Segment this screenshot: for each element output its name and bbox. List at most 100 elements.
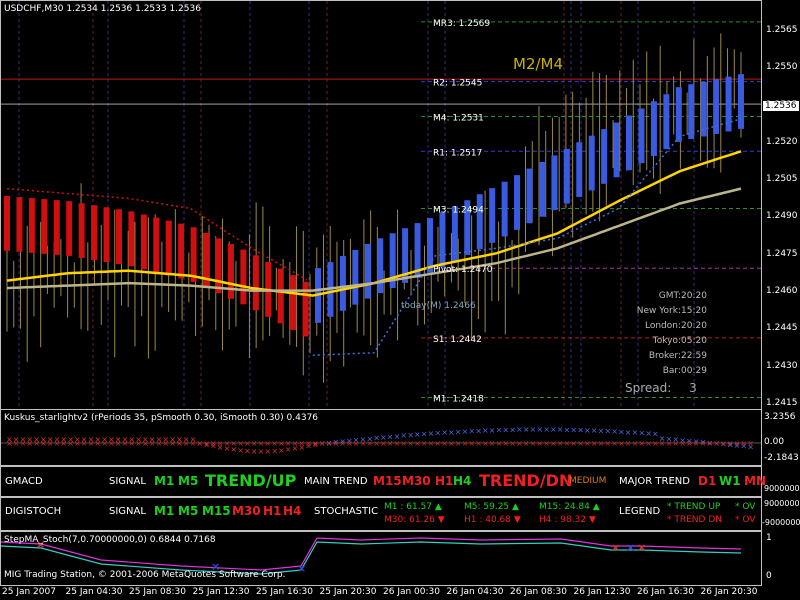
time-tick: 25 Jan 16:30	[256, 587, 313, 597]
band-bar	[439, 212, 446, 268]
session-value: 15:20	[681, 306, 707, 316]
gmacd-signal-label: SIGNAL	[109, 476, 146, 487]
kuskus-baseline-point: ×	[632, 439, 639, 448]
stepma-cross: ×	[611, 541, 620, 554]
kuskus-baseline-point: ×	[462, 439, 469, 448]
kuskus-baseline-point: ×	[502, 439, 509, 448]
kuskus-baseline-point: ×	[67, 439, 74, 448]
pivot-level-labels: MR3: 1.2569 R2: 1.2545 M4: 1.2531 R1: 1.251…	[433, 19, 493, 405]
price-tick: 1.2475	[766, 248, 798, 259]
kuskus-point: ×	[557, 425, 564, 434]
time-axis[interactable]: 25 Jan 2007 25 Jan 04:30 25 Jan 08:30 25 Ja…	[0, 586, 762, 600]
kuskus-baseline-point: ×	[441, 439, 448, 448]
pivot-level-label: M1: 1.2418	[433, 395, 484, 405]
time-tick: 26 Jan 08:30	[510, 587, 567, 597]
gmacd-medium: MEDIUM	[569, 476, 607, 486]
price-axis[interactable]: 1.25651.25501.25351.25201.25051.24901.24…	[762, 0, 800, 600]
kuskus-baseline-point: ×	[604, 439, 611, 448]
digistoch-green-m15: M15	[202, 504, 231, 518]
kuskus-point: ×	[523, 425, 530, 434]
kuskus-baseline-point: ×	[217, 439, 224, 448]
gmacd-main-m15: M15	[373, 474, 402, 488]
session-value: 20:20	[681, 291, 707, 301]
session-value: 20:20	[681, 321, 707, 331]
stepma-panel[interactable]: × × × × × × StepMA_Stoch(7,0.70000000,0) 0.68…	[0, 531, 762, 586]
kuskus-point: ×	[489, 426, 496, 435]
price-chart[interactable]: MR3: 1.2569 R2: 1.2545 M4: 1.2531 R1: 1.251…	[1, 1, 761, 409]
kuskus-baseline-point: ×	[271, 439, 278, 448]
kuskus-baseline-point: ×	[387, 439, 394, 448]
band-bar	[738, 74, 744, 129]
kuskus-baseline-point: ×	[237, 439, 244, 448]
kuskus-baseline-point: ×	[319, 439, 326, 448]
band-bar	[240, 249, 247, 305]
price-tick: 1.2415	[766, 398, 798, 408]
kuskus-point: ×	[530, 425, 537, 434]
kuskus-baseline-point: ×	[332, 439, 339, 448]
kuskus-baseline-point: ×	[292, 439, 299, 448]
kuskus-panel[interactable]: × × × × × × × × × × × × × × × × × × × × × × × × × × × × × × × × × × × × × × × ×…	[0, 409, 762, 466]
kuskus-baseline-point: ×	[88, 439, 95, 448]
digistoch-axis-bottom: -9000000	[762, 518, 800, 527]
pivot-level-label: MR3: 1.2569	[433, 19, 490, 29]
kuskus-baseline-point: ×	[40, 439, 47, 448]
kuskus-axis-zero: 0.00	[764, 437, 785, 447]
stepma-title: StepMA_Stoch(7,0.70000000,0) 0.6844 0.71…	[4, 535, 216, 545]
kuskus-baseline-point: ×	[81, 439, 88, 448]
session-key: GMT:	[658, 291, 681, 301]
kuskus-baseline-point: ×	[230, 439, 237, 448]
kuskus-baseline-point: ×	[509, 439, 516, 448]
band-bar	[514, 175, 521, 230]
gmacd-panel[interactable]: GMACD SIGNAL M1 M5 TREND/UP MAIN TREND M…	[0, 466, 766, 497]
band-bar	[476, 194, 483, 249]
session-value: 05:20	[681, 336, 707, 346]
legend-trend-up: * TREND UP	[667, 502, 721, 512]
kuskus-baseline-point: ×	[523, 439, 530, 448]
kuskus-baseline-point: ×	[557, 439, 564, 448]
band-bar	[78, 203, 85, 258]
kuskus-baseline-point: ×	[74, 439, 81, 448]
gmacd-main-h4: H4	[453, 474, 472, 488]
kuskus-baseline-point: ×	[475, 439, 482, 448]
kuskus-baseline-point: ×	[54, 439, 61, 448]
kuskus-baseline-point: ×	[530, 439, 537, 448]
kuskus-point: ×	[434, 429, 441, 438]
kuskus-baseline-point: ×	[366, 439, 373, 448]
kuskus-baseline-point: ×	[47, 439, 54, 448]
band-bar	[638, 108, 645, 164]
kuskus-point: ×	[591, 426, 598, 435]
session-key: London:	[644, 321, 681, 331]
kuskus-baseline-point: ×	[162, 439, 169, 448]
kuskus-baseline-point: ×	[176, 439, 183, 448]
kuskus-baseline-point: ×	[455, 439, 462, 448]
today-label: today(M) 1.2466	[401, 301, 476, 311]
kuskus-baseline-point: ×	[598, 439, 605, 448]
kuskus-point: ×	[652, 430, 659, 439]
gmacd-signal-m5: M5	[178, 474, 199, 488]
band-bar	[613, 122, 620, 178]
main-price-panel[interactable]: MR3: 1.2569 R2: 1.2545 M4: 1.2531 R1: 1.251…	[0, 0, 762, 410]
kuskus-baseline-point: ×	[183, 439, 190, 448]
band-bar	[650, 101, 657, 157]
band-bar	[91, 205, 98, 260]
stoch-m1: M1 : 61.57 ▲	[384, 502, 442, 512]
time-tick: 25 Jan 2007	[2, 587, 56, 597]
digistoch-red-m30: M30	[232, 504, 261, 518]
kuskus-baseline-point: ×	[108, 439, 115, 448]
price-tick: 1.2490	[766, 211, 798, 222]
digistoch-axis-top: 9000000	[764, 499, 800, 508]
band-bar	[551, 155, 558, 211]
kuskus-baseline-point: ×	[244, 439, 251, 448]
kuskus-baseline-point: ×	[645, 439, 652, 448]
band-bar	[153, 217, 160, 273]
kuskus-baseline-point: ×	[326, 439, 333, 448]
digistoch-green-m5: M5	[178, 504, 199, 518]
band-bar	[41, 199, 48, 254]
session-value: 00:29	[681, 366, 707, 376]
kuskus-baseline-point: ×	[564, 439, 571, 448]
kuskus-point: ×	[618, 427, 625, 436]
digistoch-panel[interactable]: DIGISTOCH SIGNAL M1 M5 M15 M30 H1 H4 STO…	[0, 497, 762, 531]
kuskus-point: ×	[496, 426, 503, 435]
kuskus-baseline-point: ×	[285, 439, 292, 448]
price-tick: 1.2550	[766, 62, 798, 73]
